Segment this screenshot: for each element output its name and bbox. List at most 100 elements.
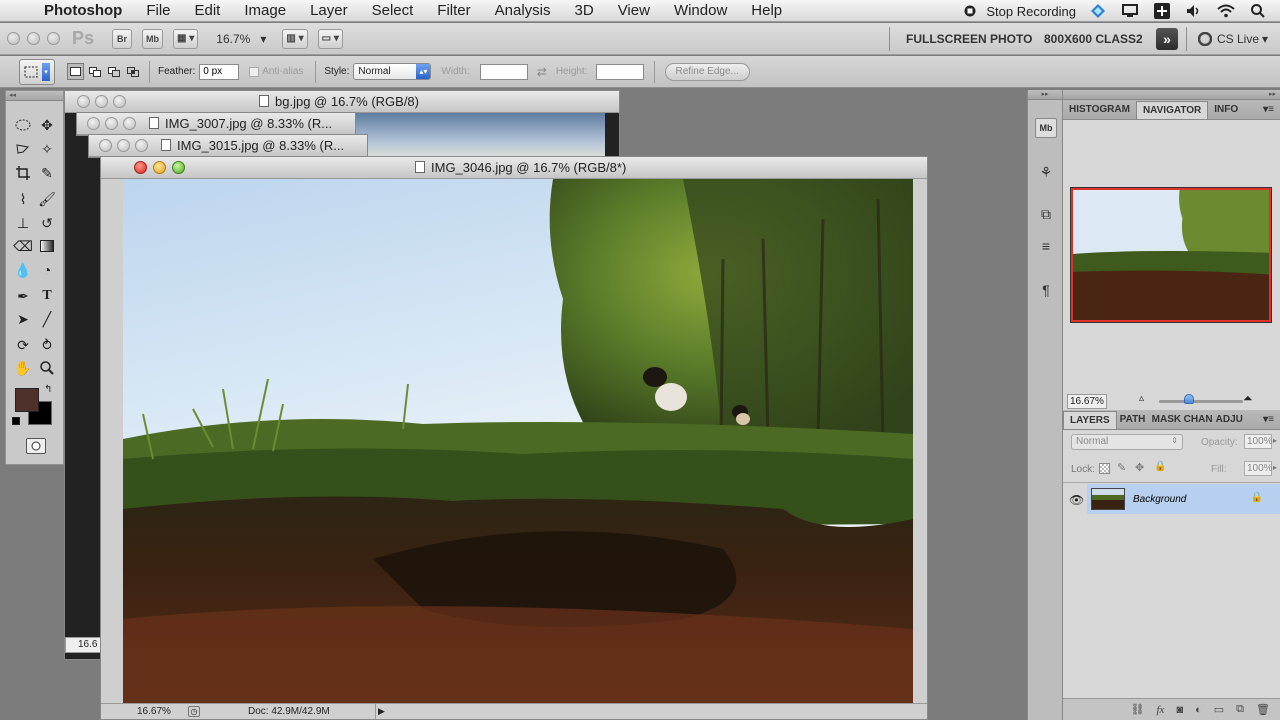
minimize-button[interactable] <box>117 139 130 152</box>
cs-live-menu[interactable]: CS Live ▾ <box>1198 23 1268 55</box>
sync-icon[interactable] <box>1088 3 1108 19</box>
antialias-checkbox[interactable] <box>249 66 260 77</box>
document-canvas-photo[interactable] <box>123 179 913 706</box>
tab-histogram[interactable]: HISTOGRAM <box>1063 101 1136 119</box>
menu-window[interactable]: Window <box>662 2 739 19</box>
hand-tool-icon[interactable]: ✋ <box>12 358 34 378</box>
type-tool-icon[interactable]: T <box>36 286 58 306</box>
tab-paths[interactable]: PATH <box>1117 411 1149 429</box>
feather-input[interactable] <box>199 63 240 80</box>
menu-edit[interactable]: Edit <box>183 2 233 19</box>
menu-layer[interactable]: Layer <box>298 2 360 19</box>
zoom-button[interactable] <box>172 161 185 174</box>
dodge-tool-icon[interactable]: ◔ <box>36 260 58 280</box>
tab-layers[interactable]: LAYERS <box>1063 411 1117 429</box>
record-stop-icon[interactable] <box>960 3 980 19</box>
document-title-bar[interactable]: IMG_3046.jpg @ 16.7% (RGB/8*) <box>101 157 927 179</box>
close-button[interactable] <box>77 95 90 108</box>
document-tab-bg[interactable]: bg.jpg @ 16.7% (RGB/8) <box>65 91 619 113</box>
layer-row-background[interactable]: Background 🔒 <box>1087 484 1280 514</box>
gradient-tool-icon[interactable] <box>36 236 58 256</box>
document-window-img3015[interactable]: IMG_3015.jpg @ 8.33% (R... <box>88 134 368 158</box>
intersect-selection-icon[interactable] <box>124 63 141 80</box>
minimize-button[interactable] <box>95 95 108 108</box>
display-icon[interactable] <box>1120 3 1140 19</box>
menu-filter[interactable]: Filter <box>425 2 482 19</box>
width-input[interactable] <box>479 63 528 80</box>
lock-transparent-icon[interactable] <box>1099 463 1110 474</box>
menu-analysis[interactable]: Analysis <box>483 2 563 19</box>
menu-help[interactable]: Help <box>739 2 794 19</box>
lock-position-icon[interactable]: ✥ <box>1135 461 1144 474</box>
refine-edge-button[interactable]: Refine Edge... <box>664 62 750 81</box>
minimize-button[interactable] <box>105 117 118 130</box>
status-menu-arrow-icon[interactable]: ▶ <box>375 704 387 719</box>
dock-header[interactable]: ▸▸ <box>1063 90 1280 100</box>
elliptical-marquee-icon[interactable] <box>12 115 34 135</box>
adjustment-layer-icon[interactable]: ◐ <box>1195 704 1202 716</box>
new-layer-icon[interactable]: ⧉ <box>1236 703 1244 716</box>
document-window-img3007[interactable]: IMG_3007.jpg @ 8.33% (R... <box>76 112 356 136</box>
spotlight-search-icon[interactable] <box>1248 3 1268 19</box>
document-tab-img3007[interactable]: IMG_3007.jpg @ 8.33% (R... <box>77 113 355 135</box>
menu-image[interactable]: Image <box>232 2 298 19</box>
3d-rotate-icon[interactable]: ⟳ <box>12 335 34 355</box>
minibridge-button[interactable]: Mb <box>142 28 164 49</box>
tab-adjustments[interactable]: ADJU <box>1213 411 1245 429</box>
height-input[interactable] <box>595 63 644 80</box>
menu-3d[interactable]: 3D <box>563 2 606 19</box>
blur-tool-icon[interactable]: 💧 <box>12 260 34 280</box>
more-workspaces-icon[interactable]: » <box>1156 28 1178 50</box>
layers-panel-menu-icon[interactable]: ▾≡ <box>1263 414 1274 425</box>
navigator-thumbnail[interactable] <box>1070 187 1272 323</box>
close-button[interactable] <box>99 139 112 152</box>
eraser-tool-icon[interactable]: ⌫ <box>12 236 34 256</box>
status-info-icon[interactable]: ◷ <box>188 706 200 717</box>
style-select[interactable]: Normal ▴▾ <box>353 63 432 80</box>
app-minimize-button[interactable] <box>27 32 40 45</box>
default-colors-icon[interactable] <box>12 417 20 425</box>
add-mask-icon[interactable]: ◙ <box>1176 704 1183 716</box>
tab-navigator[interactable]: NAVIGATOR <box>1135 101 1209 119</box>
status-zoom-field[interactable]: 16.67% <box>137 706 171 717</box>
fill-field[interactable]: 100% <box>1244 461 1273 476</box>
magic-wand-icon[interactable]: ✧ <box>36 139 58 159</box>
navigator-view-box[interactable] <box>1071 188 1271 322</box>
lasso-tool-icon[interactable] <box>12 139 34 159</box>
swap-dimensions-icon[interactable]: ⇄ <box>537 65 547 79</box>
wifi-icon[interactable] <box>1216 3 1236 19</box>
foreground-color-swatch[interactable] <box>15 388 39 412</box>
clone-stamp-icon[interactable]: ⊥ <box>12 213 34 233</box>
screen-mode-button[interactable]: ▭ ▾ <box>317 28 343 49</box>
navigator-zoom-slider[interactable] <box>1159 400 1243 403</box>
strip-header[interactable]: ▸▸ <box>1028 90 1062 100</box>
add-selection-icon[interactable] <box>86 63 103 80</box>
opacity-chevron-icon[interactable]: ▸ <box>1273 436 1277 445</box>
zoom-level-dropdown[interactable]: 16.7% <box>216 32 250 46</box>
menu-photoshop[interactable]: Photoshop <box>40 2 134 19</box>
3d-orbit-icon[interactable]: ⥁ <box>36 335 58 355</box>
opacity-field[interactable]: 100% <box>1244 434 1273 449</box>
close-button[interactable] <box>87 117 100 130</box>
pen-tool-icon[interactable]: ✒ <box>12 286 34 306</box>
zoom-dropdown-chevron-icon[interactable]: ▾ <box>260 32 266 46</box>
brush-presets-panel-icon[interactable]: ⚘ <box>1035 162 1057 182</box>
navigator-zoom-slider-thumb[interactable] <box>1184 394 1194 404</box>
zoom-in-icon[interactable]: ⏶ <box>1243 391 1253 406</box>
minimize-button[interactable] <box>153 161 166 174</box>
fill-chevron-icon[interactable]: ▸ <box>1273 463 1277 472</box>
document-window-img3046[interactable]: IMG_3046.jpg @ 16.7% (RGB/8*) 16.67% ◷ D… <box>100 156 928 720</box>
view-extras-button[interactable]: ▦ ▾ <box>173 28 199 49</box>
clone-source-panel-icon[interactable]: ⧉ <box>1035 204 1057 224</box>
menu-select[interactable]: Select <box>360 2 426 19</box>
paragraph-panel-icon[interactable]: ¶ <box>1035 280 1057 300</box>
zoom-tool-icon[interactable] <box>36 358 58 378</box>
eyedropper-icon[interactable]: ✎ <box>36 163 58 183</box>
app-close-button[interactable] <box>7 32 20 45</box>
delete-layer-icon[interactable]: 🗑 <box>1256 703 1270 716</box>
zoom-button[interactable] <box>123 117 136 130</box>
close-button[interactable] <box>134 161 147 174</box>
tools-panel-header[interactable]: ◂◂ <box>6 91 63 101</box>
document-tab-img3015[interactable]: IMG_3015.jpg @ 8.33% (R... <box>89 135 367 157</box>
marquee-tool-preset-picker[interactable]: ▾ <box>19 58 55 85</box>
